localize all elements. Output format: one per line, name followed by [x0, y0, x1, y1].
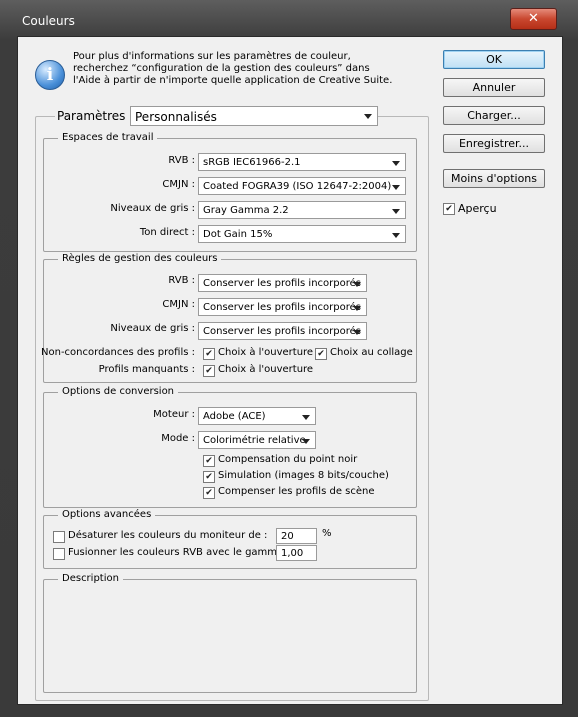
ws-gray-select[interactable]: Gray Gamma 2.2 [198, 201, 406, 219]
ws-spot-label: Ton direct : [139, 227, 195, 238]
desaturate-input[interactable]: 20 [276, 528, 317, 544]
intent-value: Colorimétrie relative [203, 435, 306, 446]
policy-rgb-value: Conserver les profils incorporés [203, 278, 361, 289]
ok-button[interactable]: OK [443, 50, 545, 69]
bpc-label: Compensation du point noir [218, 454, 358, 465]
advanced-group: Options avancées [43, 509, 417, 569]
missing-label: Profils manquants : [98, 364, 195, 375]
save-button[interactable]: Enregistrer... [443, 134, 545, 153]
chevron-down-icon [353, 306, 361, 311]
intent-label: Mode : [161, 433, 195, 444]
ws-gray-value: Gray Gamma 2.2 [203, 205, 289, 216]
ws-cmyk-select[interactable]: Coated FOGRA39 (ISO 12647-2:2004) [198, 177, 406, 195]
description-title: Description [58, 573, 123, 584]
chevron-down-icon [392, 185, 400, 190]
chevron-down-icon [392, 209, 400, 214]
policy-cmyk-label: CMJN : [162, 299, 195, 310]
working-spaces-title: Espaces de travail [58, 132, 158, 143]
policy-cmyk-value: Conserver les profils incorporés [203, 302, 361, 313]
fewer-options-button[interactable]: Moins d'options [443, 169, 545, 188]
chevron-down-icon [392, 233, 400, 238]
ws-cmyk-value: Coated FOGRA39 (ISO 12647-2:2004) [203, 181, 392, 192]
ws-spot-select[interactable]: Dot Gain 15% [198, 225, 406, 243]
policy-gray-label: Niveaux de gris : [110, 323, 195, 334]
engine-value: Adobe (ACE) [203, 411, 266, 422]
desaturate-label: Désaturer les couleurs du moniteur de : [68, 530, 268, 541]
mismatch-open-label: Choix à l'ouverture [218, 347, 314, 358]
policies-title: Règles de gestion des couleurs [58, 253, 222, 264]
preview-checkbox[interactable] [443, 203, 455, 215]
ws-rgb-label: RVB : [168, 155, 195, 166]
policy-rgb-select[interactable]: Conserver les profils incorporés [198, 274, 367, 292]
blend-input[interactable]: 1,00 [276, 545, 317, 561]
dither-label: Simulation (images 8 bits/couche) [218, 470, 389, 481]
policy-rgb-label: RVB : [168, 275, 195, 286]
mismatch-open-checkbox[interactable] [203, 348, 215, 360]
preview-label: Aperçu [458, 202, 497, 215]
engine-select[interactable]: Adobe (ACE) [198, 407, 316, 425]
blend-checkbox[interactable] [53, 548, 65, 560]
policy-cmyk-select[interactable]: Conserver les profils incorporés [198, 298, 367, 316]
settings-select[interactable]: Personnalisés [130, 106, 378, 126]
ws-gray-label: Niveaux de gris : [110, 203, 195, 214]
desaturate-checkbox[interactable] [53, 531, 65, 543]
bpc-checkbox[interactable] [203, 455, 215, 467]
dither-checkbox[interactable] [203, 471, 215, 483]
mismatch-label: Non-concordances des profils : [41, 347, 195, 358]
mismatch-paste-label: Choix au collage [330, 347, 413, 358]
intent-select[interactable]: Colorimétrie relative [198, 431, 316, 449]
chevron-down-icon [364, 114, 372, 119]
chevron-down-icon [353, 282, 361, 287]
desaturate-unit: % [322, 528, 332, 539]
dialog-client: i Pour plus d'informations sur les param… [17, 36, 563, 705]
mismatch-paste-checkbox[interactable] [315, 348, 327, 360]
window-title: Couleurs [22, 14, 75, 28]
blend-label: Fusionner les couleurs RVB avec le gamma… [68, 547, 290, 558]
load-button[interactable]: Charger... [443, 106, 545, 125]
chevron-down-icon [302, 415, 310, 420]
policy-gray-value: Conserver les profils incorporés [203, 326, 361, 337]
engine-label: Moteur : [153, 409, 195, 420]
chevron-down-icon [353, 330, 361, 335]
close-icon: ✕ [528, 11, 539, 26]
ws-rgb-value: sRGB IEC61966-2.1 [203, 157, 301, 168]
info-text: Pour plus d'informations sur les paramèt… [73, 51, 393, 86]
chevron-down-icon [392, 161, 400, 166]
dialog-window: Couleurs ✕ i Pour plus d'informations su… [0, 0, 578, 717]
missing-open-checkbox[interactable] [203, 365, 215, 377]
ws-spot-value: Dot Gain 15% [203, 229, 273, 240]
ws-rgb-select[interactable]: sRGB IEC61966-2.1 [198, 153, 406, 171]
scene-checkbox[interactable] [203, 487, 215, 499]
advanced-title: Options avancées [58, 509, 156, 520]
close-button[interactable]: ✕ [510, 8, 557, 30]
info-icon: i [35, 60, 65, 90]
conversion-title: Options de conversion [58, 386, 179, 397]
chevron-down-icon [302, 439, 310, 444]
settings-label: Paramètres : [55, 109, 136, 123]
missing-open-label: Choix à l'ouverture [218, 364, 314, 375]
ws-cmyk-label: CMJN : [162, 179, 195, 190]
cancel-button[interactable]: Annuler [443, 78, 545, 97]
settings-value: Personnalisés [135, 110, 217, 124]
description-group: Description [43, 573, 417, 693]
scene-label: Compenser les profils de scène [218, 486, 375, 497]
policy-gray-select[interactable]: Conserver les profils incorporés [198, 322, 367, 340]
